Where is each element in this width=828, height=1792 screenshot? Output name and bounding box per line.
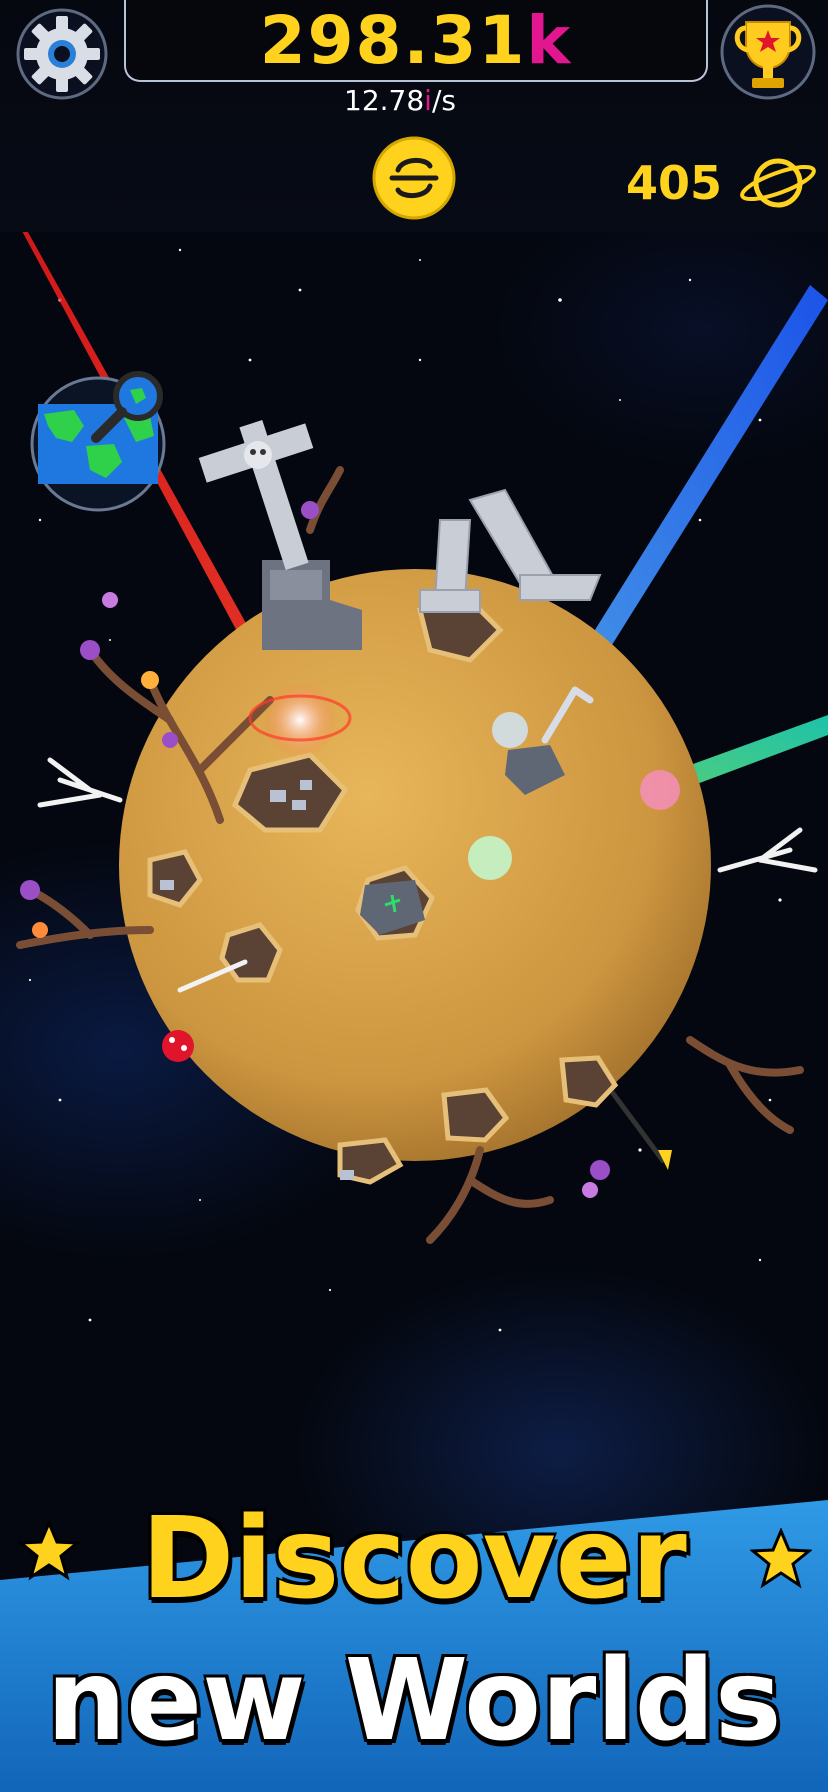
red-impact — [262, 682, 338, 758]
magic-wand — [609, 1090, 672, 1170]
tombstone-cross — [198, 419, 362, 650]
score-display: 298.31k — [260, 2, 573, 79]
planets-count: 405 — [626, 156, 723, 210]
planet[interactable] — [119, 569, 711, 1161]
income-rate: 12.78i/s — [344, 84, 456, 117]
red-mushroom — [162, 1030, 194, 1062]
pink-impact — [640, 770, 680, 810]
world-map-icon[interactable] — [26, 366, 176, 516]
trophy-icon[interactable] — [718, 2, 818, 102]
green-impact — [468, 836, 512, 880]
coin-icon[interactable] — [372, 136, 456, 220]
score-unit: k — [526, 1, 573, 79]
gear-icon[interactable] — [14, 6, 110, 102]
rate-unit: i — [424, 84, 432, 117]
rate-value: 12.78 — [344, 84, 425, 117]
promo-headline-line2: new Worlds — [46, 1636, 782, 1766]
promo-headline-line1: Discover — [141, 1494, 687, 1624]
score-panel: 298.31k — [124, 0, 708, 82]
blue-impact — [492, 712, 528, 748]
rate-suffix: /s — [431, 84, 456, 117]
score-value: 298.31 — [259, 1, 527, 79]
blue-laser-beam — [570, 285, 828, 680]
planet-icon[interactable] — [738, 152, 822, 214]
